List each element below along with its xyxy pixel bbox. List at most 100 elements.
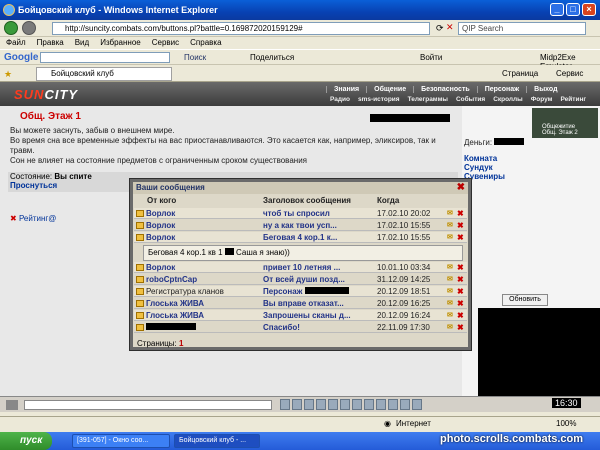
reply-icon[interactable]: ✉ — [447, 262, 453, 273]
menu-view[interactable]: Вид — [75, 37, 89, 49]
trade-icon[interactable] — [328, 399, 338, 410]
location-1[interactable]: Общежитие — [532, 108, 598, 130]
tab-combats[interactable]: Бойцовский клуб — [36, 67, 172, 81]
delete-icon[interactable]: ✖ — [457, 310, 464, 321]
message-subject[interactable]: Спасибо! — [263, 322, 361, 333]
delete-icon[interactable]: ✖ — [457, 322, 464, 333]
url-input[interactable]: http://suncity.combats.com/buttons.pl?ba… — [52, 22, 430, 35]
task-window-1[interactable]: [391-057] - Окно соо... — [72, 434, 170, 448]
menu-help[interactable]: Справка — [190, 37, 221, 49]
reply-icon[interactable]: ✉ — [447, 322, 453, 333]
inventory-icon[interactable] — [412, 399, 422, 410]
message-row[interactable]: Регистратура кланов Персонаж 20.12.09 18:… — [134, 286, 467, 297]
share-button[interactable]: Поделиться — [250, 53, 294, 62]
stop-icon[interactable]: ✕ — [446, 22, 454, 33]
nav-scrolls[interactable]: Скроллы — [489, 96, 527, 103]
nav-communication[interactable]: Общение — [366, 86, 413, 93]
reply-icon[interactable]: ✉ — [447, 220, 453, 231]
info-icon[interactable] — [388, 399, 398, 410]
page-link[interactable]: 1 — [179, 339, 183, 348]
reply-icon[interactable]: ✉ — [447, 298, 453, 309]
zone-globe-icon: ◉ — [384, 419, 391, 428]
log-icon[interactable] — [352, 399, 362, 410]
nav-telegrams[interactable]: Телеграммы — [404, 96, 452, 103]
nav-exit[interactable]: Выход — [526, 86, 564, 93]
menu-edit[interactable]: Правка — [37, 37, 64, 49]
delete-icon[interactable]: ✖ — [457, 262, 464, 273]
tools-menu[interactable]: Сервис — [556, 69, 583, 78]
minimize-button[interactable]: _ — [550, 3, 564, 16]
refresh-button[interactable]: Обновить — [502, 294, 548, 306]
message-subject[interactable]: Запрошены сканы д... — [263, 310, 361, 321]
nav-knowledge[interactable]: Знания — [326, 86, 366, 93]
reply-icon[interactable]: ✉ — [447, 208, 453, 219]
rating-link[interactable]: ✖ Рейтинг@ — [10, 214, 56, 223]
reply-icon[interactable]: ✉ — [447, 310, 453, 321]
message-row[interactable]: Глоська ЖИВА Вы вправе отказат... 20.12.09… — [134, 298, 467, 309]
settings-icon[interactable] — [364, 399, 374, 410]
nav-character[interactable]: Персонаж — [476, 86, 526, 93]
message-subject[interactable]: ну а как твои усп... — [263, 220, 361, 231]
delete-icon[interactable]: ✖ — [457, 220, 464, 231]
location-map: Общежитие Общ. Этаж 2 — [532, 108, 598, 138]
google-search-button[interactable]: Поиск — [184, 53, 206, 62]
reply-icon[interactable]: ✉ — [447, 232, 453, 243]
menu-tools[interactable]: Сервис — [152, 37, 179, 49]
task-window-2[interactable]: Бойцовский клуб - ... — [174, 434, 260, 448]
message-row[interactable]: Ворлок ну а как твои усп... 17.02.10 15:55… — [134, 220, 467, 231]
clan-icon[interactable] — [340, 399, 350, 410]
chat-input[interactable] — [24, 400, 272, 410]
nav-rating[interactable]: Рейтинг — [556, 96, 590, 103]
link-room[interactable]: Комната — [464, 154, 505, 163]
message-row[interactable]: Ворлок привет 10 летняя ... 10.01.10 03:34… — [134, 262, 467, 273]
message-row[interactable]: Ворлок Беговая 4 кор.1 к... 17.02.10 15:55… — [134, 232, 467, 243]
smile-icon[interactable] — [280, 399, 290, 410]
close-button[interactable]: × — [582, 3, 596, 16]
message-subject[interactable]: Вы вправе отказат... — [263, 298, 361, 309]
nav-events[interactable]: События — [452, 96, 489, 103]
wake-up-link[interactable]: Проснуться — [10, 181, 57, 190]
dialog-close-icon[interactable]: ✖ — [457, 182, 465, 194]
filter-icon[interactable] — [292, 399, 302, 410]
back-icon[interactable] — [4, 21, 18, 35]
map-icon[interactable] — [400, 399, 410, 410]
sound-icon[interactable] — [304, 399, 314, 410]
forward-icon[interactable] — [22, 21, 36, 35]
message-row[interactable]: Ворлок чтоб ты спросил 17.02.10 20:02 ✉ ✖ — [134, 208, 467, 219]
message-subject[interactable]: От всей души позд... — [263, 274, 361, 285]
message-row[interactable]: Глоська ЖИВА Запрошены сканы д... 20.12.09… — [134, 310, 467, 321]
menu-favorites[interactable]: Избранное — [100, 37, 141, 49]
message-subject[interactable]: привет 10 летняя ... — [263, 262, 361, 273]
nav-security[interactable]: Безопасность — [413, 86, 477, 93]
delete-icon[interactable]: ✖ — [457, 298, 464, 309]
start-button[interactable]: пуск — [0, 432, 52, 450]
menu-file[interactable]: Файл — [6, 37, 26, 49]
location-2[interactable]: Общ. Этаж 2 — [532, 130, 598, 136]
nav-sms[interactable]: sms-история — [354, 96, 404, 103]
search-input[interactable]: QIP Search — [458, 22, 586, 35]
delete-icon[interactable]: ✖ — [457, 274, 464, 285]
message-row[interactable]: Спасибо! 22.11.09 17:30 ✉ ✖ — [134, 322, 467, 333]
delete-icon[interactable]: ✖ — [457, 232, 464, 243]
reply-icon[interactable]: ✉ — [447, 286, 453, 297]
link-chest[interactable]: Сундук — [464, 163, 505, 172]
nav-forum[interactable]: Форум — [527, 96, 557, 103]
page-menu[interactable]: Страница — [502, 69, 538, 78]
maximize-button[interactable]: □ — [566, 3, 580, 16]
message-row[interactable]: roboCptnCap От всей души позд... 31.12.09 … — [134, 274, 467, 285]
google-search-input[interactable] — [40, 52, 170, 63]
nav-radio[interactable]: Радио — [326, 96, 354, 103]
clear-chat-icon[interactable] — [6, 400, 18, 410]
reply-icon[interactable]: ✉ — [447, 274, 453, 285]
message-subject[interactable]: чтоб ты спросил — [263, 208, 361, 219]
favorites-star-icon[interactable]: ★ — [4, 69, 12, 80]
private-icon[interactable] — [316, 399, 326, 410]
sign-in-button[interactable]: Войти — [420, 53, 442, 62]
message-subject[interactable]: Беговая 4 кор.1 к... — [263, 232, 361, 243]
help-icon[interactable] — [376, 399, 386, 410]
refresh-icon[interactable]: ⟳ — [436, 23, 444, 34]
message-subject[interactable]: Персонаж — [263, 286, 361, 297]
zoom-level[interactable]: 100% — [556, 417, 576, 430]
delete-icon[interactable]: ✖ — [457, 286, 464, 297]
delete-icon[interactable]: ✖ — [457, 208, 464, 219]
